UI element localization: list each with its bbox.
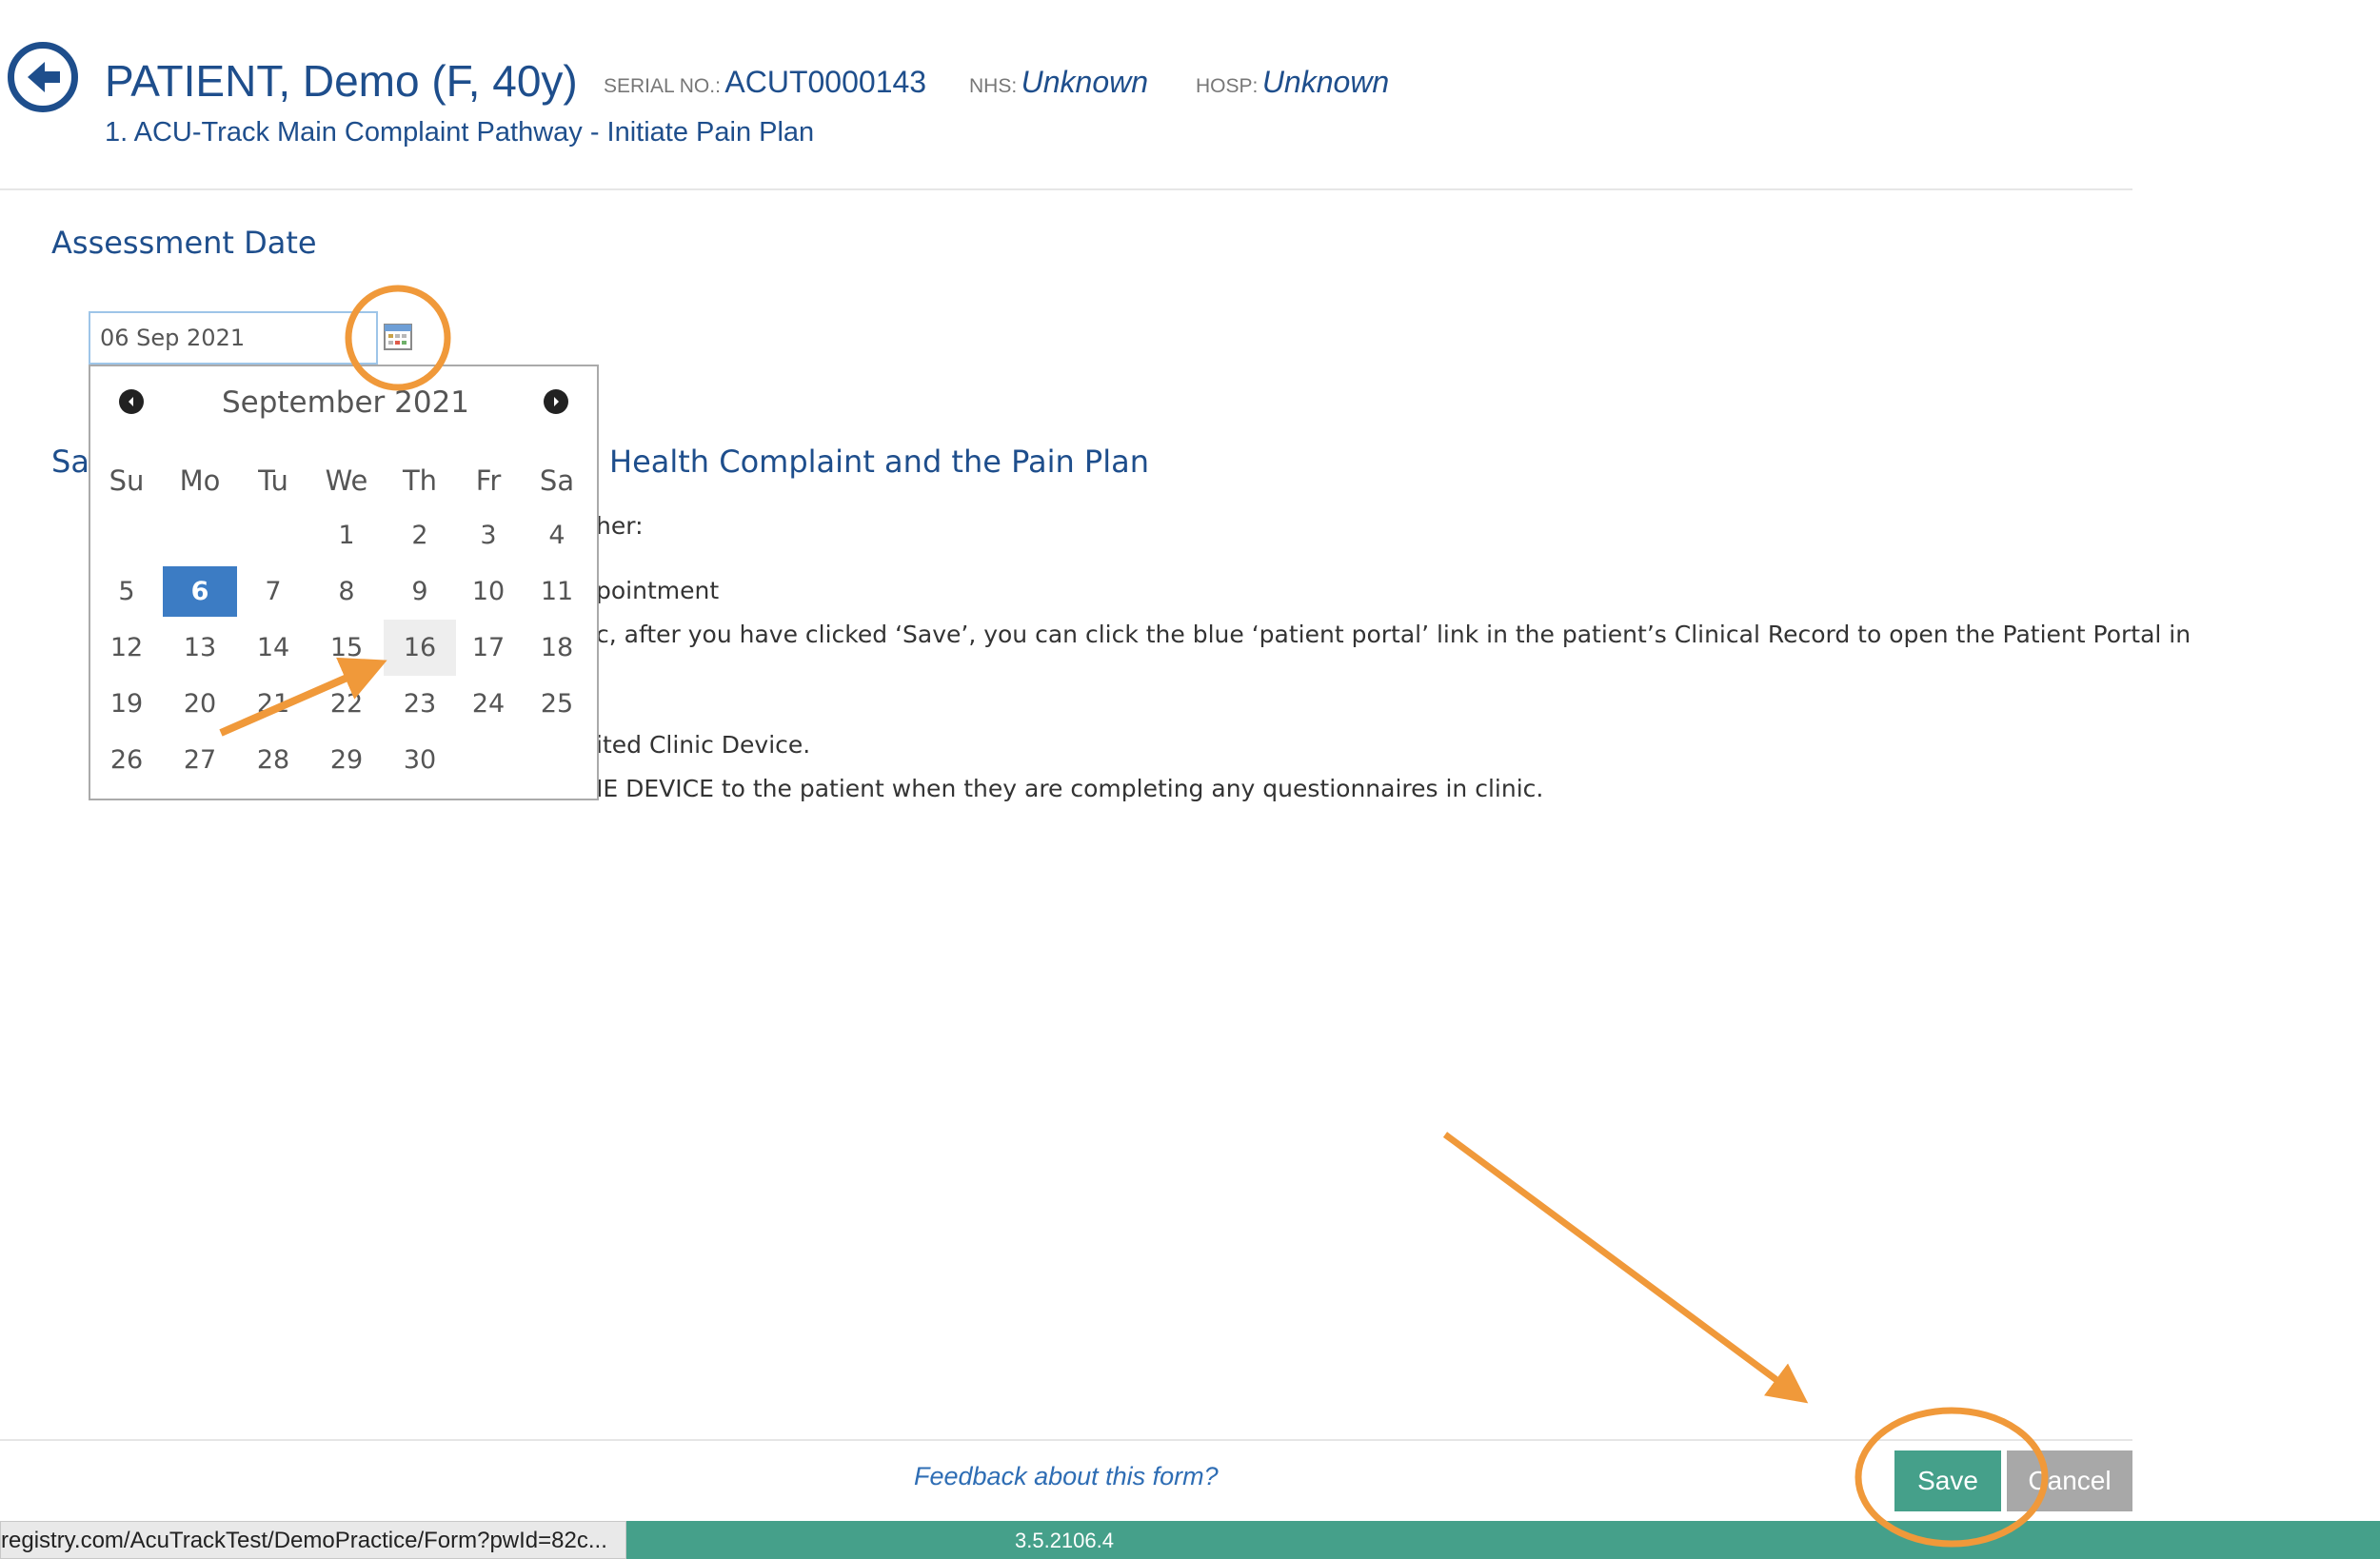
calendar-day-20[interactable]: 20 xyxy=(163,676,237,732)
calendar-day-15[interactable]: 15 xyxy=(309,620,384,676)
weekday-header: Sa xyxy=(539,464,575,497)
section-heading-left: Sa xyxy=(51,444,89,480)
back-button[interactable] xyxy=(8,42,78,112)
serial-number: SERIAL NO.: ACUT0000143 xyxy=(604,65,926,100)
nhs-label: NHS: xyxy=(969,75,1018,97)
calendar-icon xyxy=(384,324,412,350)
assessment-date-heading: Assessment Date xyxy=(51,225,317,261)
weekday-header: Fr xyxy=(475,464,502,497)
version-label: 3.5.2106.4 xyxy=(1015,1529,1114,1552)
calendar-day-10[interactable]: 10 xyxy=(456,563,521,620)
weekday-header: Su xyxy=(109,464,145,497)
calendar-day-4[interactable]: 4 xyxy=(521,507,593,563)
instruction-line-3: c, after you have clicked ‘Save’, you ca… xyxy=(596,621,2192,648)
calendar-month-label: September 2021 xyxy=(221,385,470,420)
calendar-day-16[interactable]: 16 xyxy=(384,620,456,676)
calendar-grid: Su Mo Tu We Th Fr Sa 1 2 3 4 5 6 7 8 9 10 11 12 13 14 15 16 17 1… xyxy=(90,454,601,788)
calendar-day-9[interactable]: 9 xyxy=(384,563,456,620)
section-heading-right: Health Complaint and the Pain Plan xyxy=(609,444,1149,480)
calendar-day-24[interactable]: 24 xyxy=(456,676,521,732)
calendar-day-2[interactable]: 2 xyxy=(384,507,456,563)
calendar-day-7[interactable]: 7 xyxy=(237,563,309,620)
calendar-day-30[interactable]: 30 xyxy=(384,732,456,788)
calendar-day-1[interactable]: 1 xyxy=(309,507,384,563)
calendar-day-26[interactable]: 26 xyxy=(90,732,163,788)
cancel-button[interactable]: Cancel xyxy=(2007,1450,2132,1511)
next-month-button[interactable] xyxy=(544,389,568,414)
serial-label: SERIAL NO.: xyxy=(604,75,721,97)
assessment-date-input[interactable] xyxy=(89,311,378,365)
instruction-line-4: ited Clinic Device. xyxy=(596,731,811,759)
footer-divider xyxy=(0,1439,2132,1441)
weekday-header: Mo xyxy=(179,464,221,497)
nhs-number: NHS: Unknown xyxy=(969,65,1148,100)
calendar-day-23[interactable]: 23 xyxy=(384,676,456,732)
nhs-value: Unknown xyxy=(1021,65,1149,99)
calendar-day-14[interactable]: 14 xyxy=(237,620,309,676)
calendar-day-18[interactable]: 18 xyxy=(521,620,593,676)
calendar-day-19[interactable]: 19 xyxy=(90,676,163,732)
weekday-header: Th xyxy=(402,464,438,497)
date-picker: September 2021 Su Mo Tu We Th Fr Sa 1 2 3 4 5 6 7 8 9 10… xyxy=(89,365,599,800)
calendar-day-27[interactable]: 27 xyxy=(163,732,237,788)
calendar-day-28[interactable]: 28 xyxy=(237,732,309,788)
calendar-blank-cell xyxy=(237,507,309,563)
serial-value: ACUT0000143 xyxy=(724,65,927,99)
save-button[interactable]: Save xyxy=(1894,1450,2001,1511)
chevron-right-icon xyxy=(554,397,559,406)
instruction-line-2: pointment xyxy=(596,577,720,604)
hosp-label: HOSP: xyxy=(1196,75,1259,97)
feedback-link[interactable]: Feedback about this form? xyxy=(914,1462,1219,1491)
hosp-value: Unknown xyxy=(1261,65,1390,99)
calendar-day-25[interactable]: 25 xyxy=(521,676,593,732)
calendar-blank-cell xyxy=(90,507,163,563)
hosp-number: HOSP: Unknown xyxy=(1196,65,1389,100)
calendar-day-21[interactable]: 21 xyxy=(237,676,309,732)
calendar-day-3[interactable]: 3 xyxy=(456,507,521,563)
instruction-line-5: IE DEVICE to the patient when they are c… xyxy=(596,775,1544,802)
arrow-left-icon xyxy=(28,62,60,92)
calendar-day-13[interactable]: 13 xyxy=(163,620,237,676)
calendar-day-11[interactable]: 11 xyxy=(521,563,593,620)
weekday-header: We xyxy=(325,464,368,497)
save-pointer-arrow xyxy=(1442,1132,1809,1404)
header-divider xyxy=(0,188,2132,190)
weekday-header: Tu xyxy=(258,464,288,497)
calendar-day-12[interactable]: 12 xyxy=(90,620,163,676)
instruction-line-1: her: xyxy=(596,512,644,540)
pathway-subtitle: 1. ACU-Track Main Complaint Pathway - In… xyxy=(105,117,815,148)
calendar-day-5[interactable]: 5 xyxy=(90,563,163,620)
calendar-day-8[interactable]: 8 xyxy=(309,563,384,620)
calendar-day-6[interactable]: 6 xyxy=(163,566,237,617)
calendar-day-22[interactable]: 22 xyxy=(309,676,384,732)
calendar-day-17[interactable]: 17 xyxy=(456,620,521,676)
calendar-blank-cell xyxy=(163,507,237,563)
patient-name: PATIENT, Demo (F, 40y) xyxy=(105,56,578,106)
calendar-button[interactable] xyxy=(384,324,412,350)
status-url: registry.com/AcuTrackTest/DemoPractice/F… xyxy=(0,1521,626,1559)
calendar-day-29[interactable]: 29 xyxy=(309,732,384,788)
